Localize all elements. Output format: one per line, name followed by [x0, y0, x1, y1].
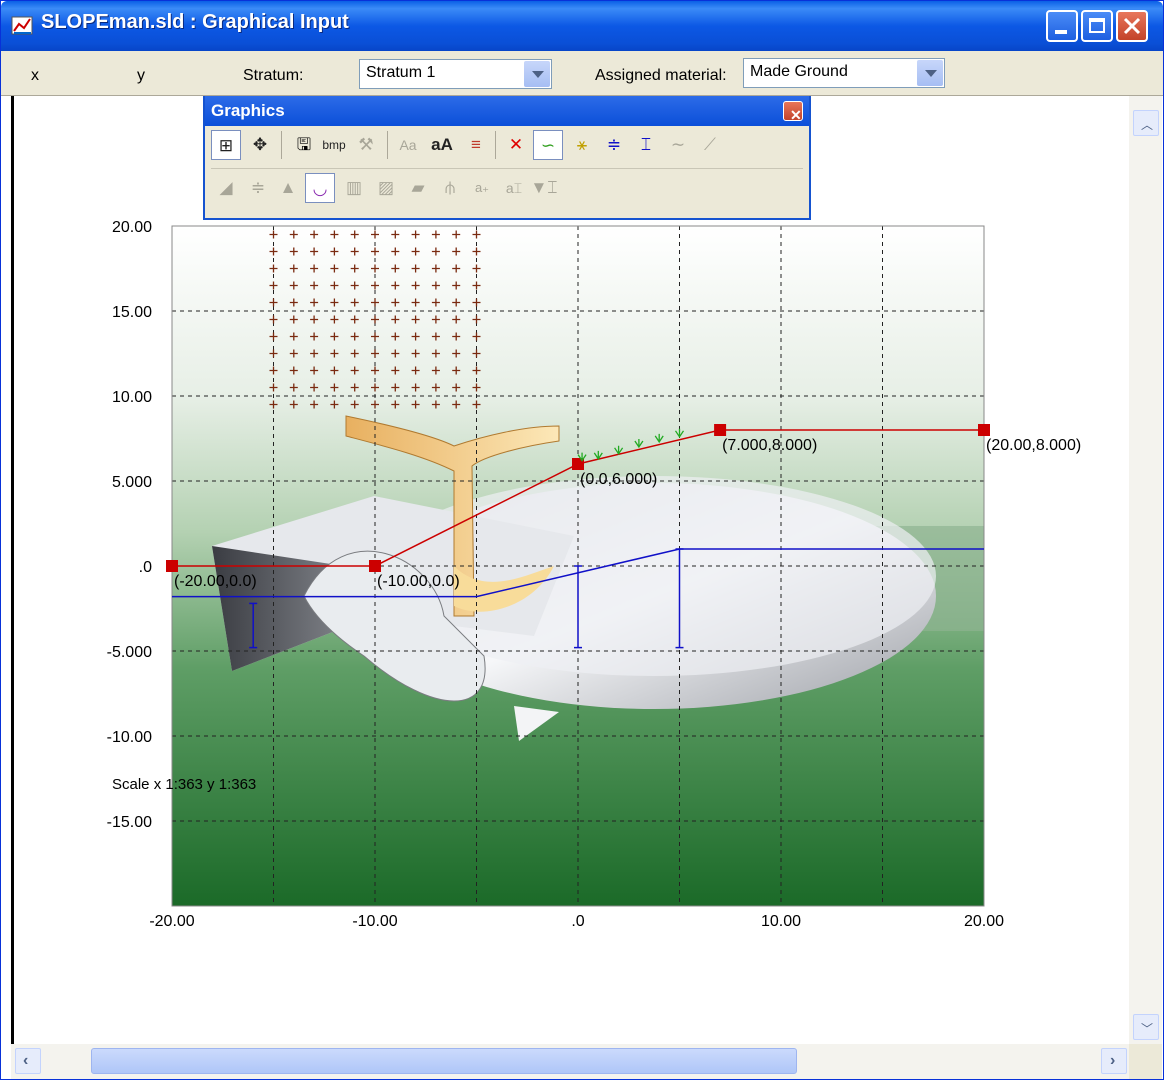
- y-tick-label: -10.00: [107, 729, 152, 746]
- minimize-button[interactable]: [1046, 10, 1078, 42]
- x-tick-label: 10.00: [761, 913, 801, 930]
- slope-plot[interactable]: 20.00 15.00 10.00 5.000 .0 -5.000 -10.00 -15.00…: [14, 96, 1132, 1044]
- close-icon: [1123, 17, 1141, 35]
- x-tick-label: 20.00: [964, 913, 1004, 930]
- surface-vertex-marker: [714, 424, 727, 436]
- maximize-icon: [1089, 18, 1105, 33]
- stratum-line-icon[interactable]: ∽: [533, 130, 563, 160]
- scroll-up-button[interactable]: ︿: [1133, 110, 1159, 136]
- chevron-up-icon: ︿: [1141, 118, 1154, 132]
- tools-icon[interactable]: ⚒: [351, 130, 381, 160]
- save-icon[interactable]: 🖫: [289, 130, 319, 160]
- close-button[interactable]: [1116, 10, 1148, 42]
- delete-icon[interactable]: ✕: [501, 130, 531, 160]
- line-colors-icon[interactable]: ≡: [461, 130, 491, 160]
- chevron-down-icon: ﹀: [1141, 1022, 1154, 1036]
- scroll-right-button[interactable]: ›: [1101, 1048, 1127, 1074]
- y-tick-label: 5.000: [112, 474, 152, 491]
- graphical-input-window: SLOPEman.sld : Graphical Input x y Strat…: [0, 0, 1164, 1080]
- graphics-palette[interactable]: Graphics ✕ ⊞ ✥ 🖫 bmp ⚒ Aa aA ≡ ✕ ∽ ⚹ ≑ ⌶…: [203, 96, 811, 220]
- graphics-palette-close-button[interactable]: ✕: [783, 101, 803, 123]
- title-bar[interactable]: SLOPEman.sld : Graphical Input: [1, 1, 1163, 51]
- level-icon[interactable]: ≑: [243, 173, 273, 203]
- scale-text: Scale x 1:363 y 1:363: [112, 776, 257, 793]
- stratum-label: Stratum:: [243, 67, 304, 84]
- anchor-icon[interactable]: ⫛: [435, 173, 465, 203]
- curve-icon[interactable]: ∼: [663, 130, 693, 160]
- chevron-right-icon: ›: [1110, 1052, 1116, 1069]
- assigned-material-label: Assigned material:: [595, 67, 727, 84]
- text-label-icon[interactable]: a⌶: [499, 173, 529, 203]
- x-coordinate-label: x: [31, 67, 39, 84]
- chevron-down-icon[interactable]: [524, 61, 550, 87]
- surface-vertex-marker: [166, 560, 178, 572]
- pile-icon[interactable]: ⌶: [631, 130, 661, 160]
- minimize-icon: [1055, 30, 1067, 34]
- close-icon: ✕: [790, 107, 802, 123]
- surface-vertex-marker: [369, 560, 381, 572]
- hatch-icon[interactable]: ▨: [371, 173, 401, 203]
- vertical-scrollbar[interactable]: ︿ ﹀: [1129, 96, 1162, 1044]
- surface-point-label: (20.00,8.000): [986, 437, 1081, 454]
- water-level-icon[interactable]: ≑: [599, 130, 629, 160]
- material-select[interactable]: Made Ground: [743, 58, 945, 88]
- bmp-export-icon[interactable]: bmp: [319, 130, 349, 160]
- stratum-select-value: Stratum 1: [366, 64, 436, 81]
- x-tick-label: .0: [571, 913, 584, 930]
- bold-font-icon[interactable]: aA: [427, 130, 457, 160]
- grid-icon[interactable]: ⊞: [211, 130, 241, 160]
- bmp-label: bmp: [322, 138, 346, 152]
- y-tick-label: 10.00: [112, 389, 152, 406]
- maximize-button[interactable]: [1081, 10, 1113, 42]
- surface-icon[interactable]: ◢: [211, 173, 241, 203]
- x-tick-label: -20.00: [149, 913, 194, 930]
- x-tick-label: -10.00: [352, 913, 397, 930]
- y-coordinate-label: y: [137, 67, 145, 84]
- water-table-icon[interactable]: ⚹: [567, 130, 597, 160]
- stratum-select[interactable]: Stratum 1: [359, 59, 552, 89]
- x-axis-ticks: -20.00 -10.00 .0 10.00 20.00: [149, 913, 1004, 930]
- fill-icon[interactable]: ▰: [403, 173, 433, 203]
- y-tick-label: .0: [139, 559, 152, 576]
- y-tick-label: 20.00: [112, 219, 152, 236]
- surface-point-label: (0.0,6.000): [580, 471, 657, 488]
- drawing-canvas[interactable]: 20.00 15.00 10.00 5.000 .0 -5.000 -10.00 -15.00…: [11, 96, 1132, 1044]
- text-bottom-icon[interactable]: ▼⌶: [529, 173, 559, 203]
- y-tick-label: 15.00: [112, 304, 152, 321]
- column-icon[interactable]: ▥: [339, 173, 369, 203]
- material-select-value: Made Ground: [750, 63, 848, 80]
- graphics-palette-title: Graphics: [211, 101, 285, 120]
- horizontal-scrollbar[interactable]: ‹ ›: [11, 1044, 1129, 1079]
- surface-point-label: (-10.00,0.0): [377, 573, 460, 590]
- y-tick-label: -15.00: [107, 814, 152, 831]
- move-icon[interactable]: ✥: [245, 130, 275, 160]
- slope-icon[interactable]: ⟋: [695, 130, 725, 160]
- add-label-icon[interactable]: a₊: [467, 173, 497, 203]
- font-icon[interactable]: Aa: [393, 130, 423, 160]
- input-toolbar: x y Stratum: Stratum 1 Assigned material…: [1, 51, 1163, 96]
- slopeman-app-icon: [11, 16, 33, 35]
- scroll-down-button[interactable]: ﹀: [1133, 1014, 1159, 1040]
- resize-grip[interactable]: [1129, 1044, 1162, 1079]
- surface-point-label: (7.000,8.000): [722, 437, 817, 454]
- y-tick-label: -5.000: [107, 644, 152, 661]
- load-icon[interactable]: ▲: [273, 173, 303, 203]
- chevron-left-icon: ‹: [23, 1052, 29, 1069]
- surface-point-label: (-20.00,0.0): [174, 573, 257, 590]
- horizontal-scroll-thumb[interactable]: [91, 1048, 797, 1074]
- window-title: SLOPEman.sld : Graphical Input: [41, 11, 349, 33]
- scroll-left-button[interactable]: ‹: [15, 1048, 41, 1074]
- graphics-toolbar-row-2: ◢ ≑ ▲ ◡ ▥ ▨ ▰ ⫛ a₊ a⌶ ▼⌶: [211, 168, 803, 205]
- y-axis-ticks: 20.00 15.00 10.00 5.000 .0 -5.000 -10.00 -15.00: [107, 219, 152, 831]
- chevron-down-icon[interactable]: [917, 60, 943, 86]
- slip-circle-icon[interactable]: ◡: [305, 173, 335, 203]
- graphics-palette-titlebar[interactable]: Graphics ✕: [205, 96, 809, 126]
- surface-vertex-marker: [978, 424, 990, 436]
